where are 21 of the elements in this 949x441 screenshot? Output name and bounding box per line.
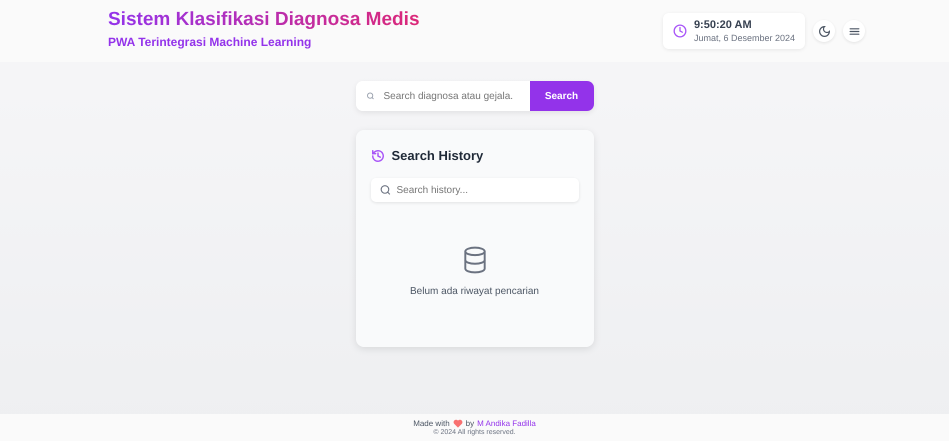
footer-text: Made with	[413, 419, 450, 428]
app-title: Sistem Klasifikasi Diagnosa Medis	[108, 9, 420, 31]
search-icon	[378, 184, 392, 196]
clock-icon	[672, 24, 687, 38]
author-link[interactable]: M Andika Fadilla	[477, 419, 536, 428]
history-icon	[370, 148, 384, 162]
menu-button[interactable]	[843, 20, 865, 42]
clock-time: 9:50:20 AM	[694, 19, 753, 31]
app-subtitle: PWA Terintegrasi Machine Learning	[108, 35, 312, 49]
search-button[interactable]: Search	[530, 81, 594, 111]
heart-icon	[452, 419, 463, 428]
search-icon	[366, 92, 374, 100]
database-icon	[462, 246, 488, 274]
history-search-field[interactable]: Search history...	[370, 178, 578, 202]
moon-icon	[818, 24, 830, 38]
search-field[interactable]: Search diagnosa atau gejala.	[356, 81, 530, 111]
footer-text: by	[466, 419, 474, 428]
clock-date: Jumat, 6 Desember 2024	[694, 33, 795, 43]
history-title: Search History	[392, 148, 484, 163]
empty-message: Belum ada riwayat pencarian	[410, 286, 539, 297]
theme-toggle-button[interactable]	[813, 20, 835, 42]
